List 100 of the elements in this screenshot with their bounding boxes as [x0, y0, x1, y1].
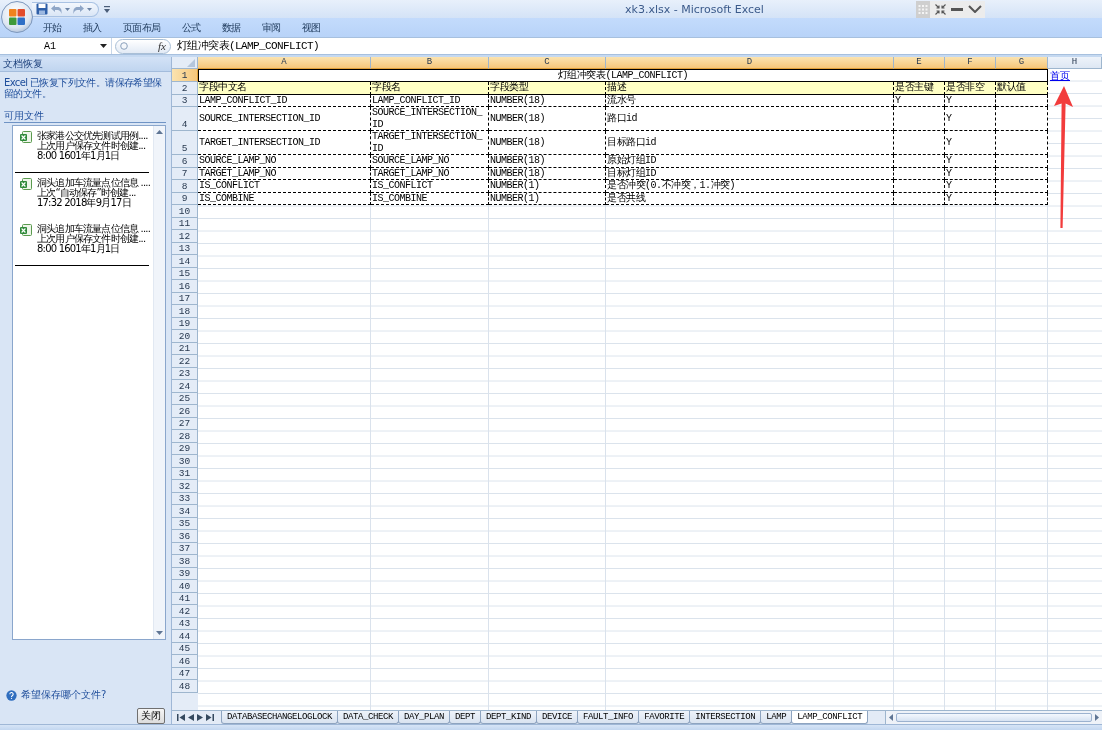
row-number[interactable]: 42	[172, 605, 198, 618]
undo-icon[interactable]	[51, 4, 62, 14]
scroll-left-icon[interactable]	[889, 714, 893, 721]
collapse-arrows-icon[interactable]	[935, 3, 946, 15]
row-number[interactable]: 1	[172, 69, 198, 82]
row-number[interactable]: 44	[172, 630, 198, 643]
close-button[interactable]: 关闭	[137, 708, 165, 724]
row-number[interactable]: 4	[172, 107, 198, 131]
file-time: 17:32 2018年9月17日	[37, 198, 132, 208]
save-icon[interactable]	[36, 3, 48, 15]
row-number[interactable]: 10	[172, 205, 198, 218]
file-name[interactable]: 张家港公交优先测试用例....	[37, 131, 148, 141]
row-number[interactable]: 2	[172, 82, 198, 95]
table-cell: Y	[945, 107, 996, 131]
name-box[interactable]: A1	[0, 38, 112, 54]
undo-caret-icon[interactable]	[65, 7, 70, 11]
redo-caret-icon[interactable]	[87, 7, 92, 11]
row-number[interactable]: 40	[172, 580, 198, 593]
caret-icon[interactable]	[100, 44, 107, 48]
sheet-tab[interactable]: FAULT_INFO	[577, 711, 640, 724]
ribbon-tab[interactable]: 审阅	[251, 18, 291, 37]
redo-icon[interactable]	[73, 4, 84, 14]
horizontal-scrollbar[interactable]	[885, 711, 1102, 724]
grid-dots-icon[interactable]	[916, 0, 930, 18]
column-header[interactable]: B	[371, 57, 489, 69]
sheet-tab[interactable]: INTERSECTION	[689, 711, 762, 724]
ribbon-tab[interactable]: 公式	[171, 18, 211, 37]
spreadsheet-file-icon	[20, 131, 32, 143]
ribbon-tab[interactable]: 插入	[72, 18, 112, 37]
formula-field[interactable]: 灯组冲突表(LAMP_CONFLICT)	[171, 38, 1102, 54]
column-heading: 字段中文名	[198, 82, 371, 95]
sheet-tab[interactable]: DATABASECHANGELOGLOCK	[221, 711, 339, 724]
ribbon-tab[interactable]: 视图	[291, 18, 331, 37]
table-cell	[996, 155, 1048, 168]
home-link[interactable]: 首页	[1050, 70, 1070, 81]
column-header[interactable]: A	[198, 57, 371, 69]
row-number[interactable]: 20	[172, 330, 198, 343]
row-number[interactable]: 16	[172, 280, 198, 293]
scroll-up-icon[interactable]	[156, 130, 163, 134]
file-name[interactable]: 洞头追加车流量点位信息 ....	[37, 178, 151, 188]
first-sheet-icon[interactable]	[177, 714, 185, 721]
row-number[interactable]: 14	[172, 255, 198, 268]
next-sheet-icon[interactable]	[197, 714, 203, 721]
table-cell: Y	[945, 131, 996, 155]
sheet-tab[interactable]: DATA_CHECK	[337, 711, 400, 724]
file-name[interactable]: 洞头追加车流量点位信息 ....	[37, 224, 151, 234]
help-icon[interactable]	[6, 689, 17, 701]
vertical-scrollbar[interactable]	[153, 126, 165, 639]
spreadsheet-file-icon	[20, 178, 32, 190]
column-header[interactable]: E	[894, 57, 945, 69]
scrollbar-thumb[interactable]	[896, 713, 1092, 722]
column-header[interactable]: C	[489, 57, 606, 69]
row-number[interactable]: 38	[172, 555, 198, 568]
row-number[interactable]: 34	[172, 505, 198, 518]
sheet-tab[interactable]: DEPT	[449, 711, 482, 724]
previous-sheet-icon[interactable]	[188, 714, 194, 721]
sheet-tab[interactable]: DEVICE	[536, 711, 579, 724]
row-number[interactable]: 22	[172, 355, 198, 368]
column-header[interactable]: G	[996, 57, 1048, 69]
chevron-down-icon[interactable]	[968, 5, 982, 13]
sheet-tab[interactable]: DAY_PLAN	[398, 711, 451, 724]
column-header[interactable]: F	[945, 57, 996, 69]
ribbon-tab[interactable]: 数据	[211, 18, 251, 37]
table-cell: SOURCE_INTERSECTION_ID	[198, 107, 371, 131]
row-number[interactable]: 6	[172, 155, 198, 168]
row-number[interactable]: 30	[172, 455, 198, 468]
sheet-tab[interactable]: DEPT_KIND	[480, 711, 538, 724]
table-cell: Y	[945, 155, 996, 168]
ribbon-tab[interactable]: 页面布局	[112, 18, 171, 37]
scroll-down-icon[interactable]	[156, 631, 163, 635]
customize-caret-icon[interactable]	[104, 5, 110, 13]
row-number[interactable]: 46	[172, 655, 198, 668]
table-cell: NUMBER(1)	[489, 192, 606, 205]
help-link[interactable]: 希望保存哪个文件?	[21, 688, 107, 702]
column-header[interactable]: D	[606, 57, 894, 69]
row-number[interactable]: 8	[172, 180, 198, 193]
row-number[interactable]: 12	[172, 230, 198, 243]
last-sheet-icon[interactable]	[206, 714, 214, 721]
app-orb-icon[interactable]	[1, 1, 33, 33]
scroll-right-icon[interactable]	[1095, 714, 1099, 721]
row-number[interactable]: 26	[172, 405, 198, 418]
row-number[interactable]: 32	[172, 480, 198, 493]
table-cell	[996, 180, 1048, 193]
column-header[interactable]: H	[1048, 57, 1102, 69]
row-number[interactable]: 5	[172, 131, 198, 155]
sheet-tab[interactable]: FAVORITE	[638, 711, 691, 724]
table-cell: SOURCE_LAMP_NO	[371, 155, 489, 168]
table-cell	[996, 107, 1048, 131]
minimize-icon[interactable]	[951, 7, 963, 11]
insert-function-button[interactable]: fx	[158, 40, 166, 52]
row-number[interactable]: 48	[172, 680, 198, 693]
row-number[interactable]: 18	[172, 305, 198, 318]
row-number[interactable]: 24	[172, 380, 198, 393]
list-heading: 可用文件	[4, 110, 166, 123]
ribbon-tab[interactable]: 开始	[32, 18, 72, 37]
sheet-tab[interactable]: LAMP_CONFLICT	[791, 711, 869, 724]
row-number[interactable]: 28	[172, 430, 198, 443]
table-cell: SOURCE_LAMP_NO	[198, 155, 371, 168]
row-number[interactable]: 36	[172, 530, 198, 543]
sheet-tab[interactable]: LAMP	[760, 711, 793, 724]
